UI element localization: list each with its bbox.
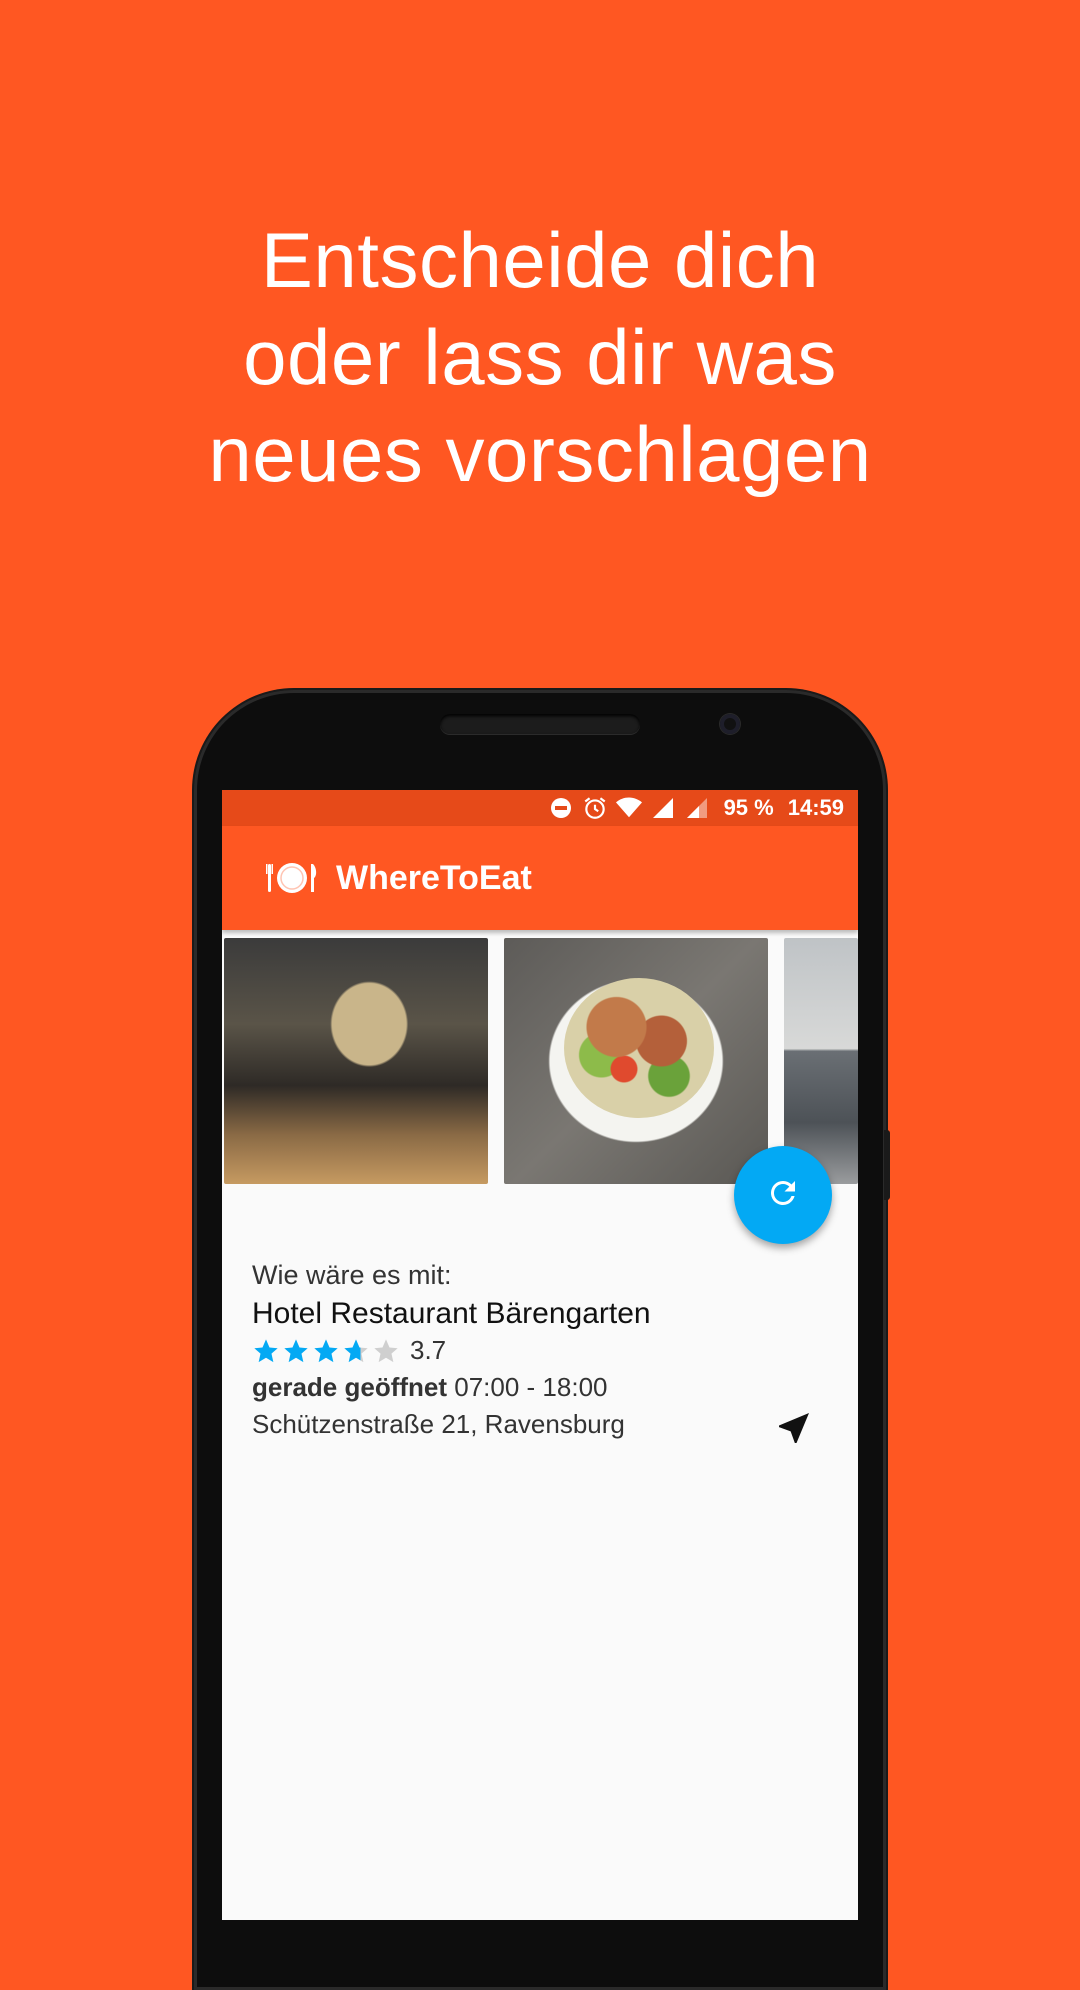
headline-line-3: neues vorschlagen — [208, 410, 872, 498]
restaurant-photo-interior[interactable] — [224, 938, 488, 1184]
headline: Entscheide dich oder lass dir was neues … — [0, 212, 1080, 503]
star-icon — [312, 1337, 340, 1365]
restaurant-name[interactable]: Hotel Restaurant Bärengarten — [252, 1297, 842, 1331]
app-bar: WhereToEat — [222, 826, 858, 930]
headline-line-1: Entscheide dich — [260, 216, 820, 304]
star-empty-icon — [372, 1337, 400, 1365]
suggestion-prompt: Wie wäre es mit: — [252, 1260, 452, 1290]
battery-level: 95 % — [723, 795, 774, 820]
app-title: WhereToEat — [336, 858, 532, 897]
status-bar: 95 % 14:59 — [222, 790, 858, 826]
food-plate-image — [564, 978, 714, 1118]
hours-range: 07:00 - 18:00 — [454, 1372, 608, 1402]
refresh-button[interactable] — [734, 1146, 832, 1244]
suggestion-card: Wie wäre es mit: Hotel Restaurant Bäreng… — [252, 1260, 842, 1443]
rating-value: 3.7 — [410, 1335, 447, 1365]
refresh-icon — [765, 1175, 801, 1216]
rating: 3.7 — [252, 1335, 842, 1366]
open-status: gerade geöffnet — [252, 1372, 448, 1402]
plate-cutlery-icon — [266, 860, 318, 896]
address[interactable]: Schützenstraße 21, Ravensburg — [252, 1409, 842, 1440]
navigation-arrow-icon[interactable] — [774, 1408, 814, 1448]
star-half-icon — [342, 1337, 370, 1365]
clock: 14:59 — [787, 795, 844, 820]
opening-hours: gerade geöffnet 07:00 - 18:00 — [252, 1372, 842, 1403]
headline-line-2: oder lass dir was — [243, 313, 837, 401]
side-button — [884, 1130, 890, 1200]
earpiece-speaker — [440, 714, 640, 734]
restaurant-photo-food[interactable] — [504, 938, 768, 1184]
phone-screen: 95 % 14:59 WhereToEat Wie wäre es mit: H… — [222, 790, 858, 1920]
front-camera — [720, 714, 740, 734]
star-icon — [252, 1337, 280, 1365]
signal-icon — [650, 795, 676, 821]
do-not-disturb-icon — [548, 795, 574, 821]
signal-icon-secondary — [684, 795, 710, 821]
star-icon — [282, 1337, 310, 1365]
alarm-icon — [582, 795, 608, 821]
wifi-icon — [615, 795, 642, 821]
